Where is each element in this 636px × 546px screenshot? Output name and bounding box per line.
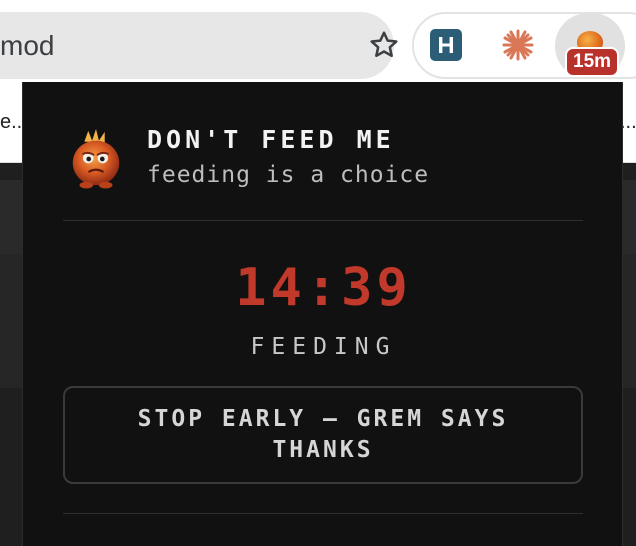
star-icon [370, 31, 398, 58]
claude-extension-button[interactable] [490, 17, 546, 73]
claude-asterisk-icon [502, 29, 534, 61]
status-label: FEEDING [250, 334, 397, 360]
countdown-timer: 14:39 [235, 258, 412, 318]
hashnode-icon [430, 29, 462, 61]
browser-window: e... ... mod 15m DON'T FEED ME feeding i… [0, 0, 636, 546]
hashnode-extension-button[interactable] [418, 17, 474, 73]
popup-subtitle: feeding is a choice [147, 162, 430, 188]
browser-toolbar: mod 15m [0, 0, 636, 82]
bookmark-star-button[interactable] [364, 22, 404, 68]
divider [63, 220, 583, 221]
stop-early-button[interactable]: STOP EARLY — GREM SAYS THANKS [63, 386, 583, 484]
address-bar[interactable]: mod [0, 12, 394, 79]
timer-badge: 15m [565, 47, 620, 77]
popup-title: DON'T FEED ME [147, 125, 395, 154]
popup-header: DON'T FEED ME feeding is a choice [63, 122, 583, 242]
extension-popup: DON'T FEED ME feeding is a choice 14:39 … [22, 82, 623, 546]
gremlin-avatar-icon [72, 128, 120, 189]
divider [63, 513, 583, 514]
address-text[interactable]: mod [0, 12, 54, 79]
